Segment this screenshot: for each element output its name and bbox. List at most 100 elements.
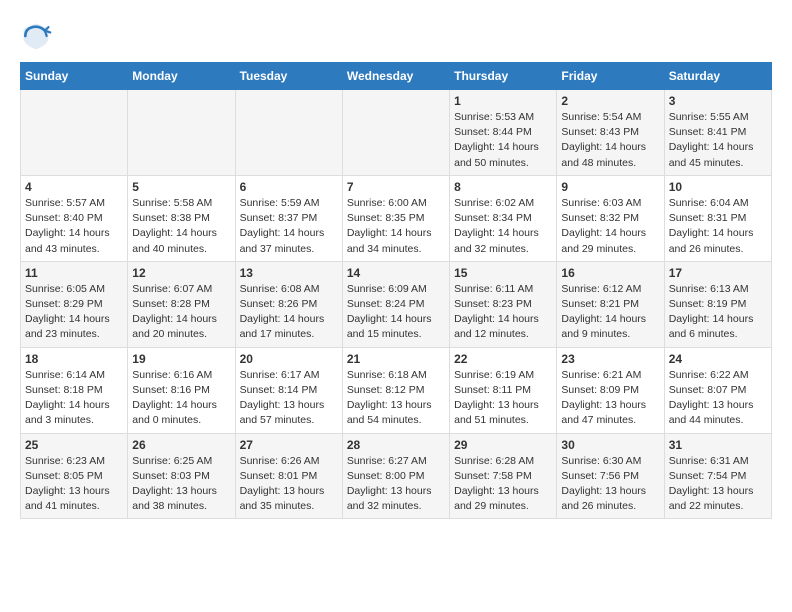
logo-icon xyxy=(20,20,52,52)
calendar-week-row: 25 Sunrise: 6:23 AMSunset: 8:05 PMDaylig… xyxy=(21,433,772,519)
weekday-header: Wednesday xyxy=(342,63,449,90)
calendar-week-row: 11 Sunrise: 6:05 AMSunset: 8:29 PMDaylig… xyxy=(21,261,772,347)
day-info: Sunrise: 6:12 AMSunset: 8:21 PMDaylight:… xyxy=(561,283,646,341)
calendar-cell: 1 Sunrise: 5:53 AMSunset: 8:44 PMDayligh… xyxy=(450,90,557,176)
day-info: Sunrise: 6:13 AMSunset: 8:19 PMDaylight:… xyxy=(669,283,754,341)
calendar-cell: 15 Sunrise: 6:11 AMSunset: 8:23 PMDaylig… xyxy=(450,261,557,347)
day-number: 18 xyxy=(25,352,123,366)
day-number: 10 xyxy=(669,180,767,194)
calendar-cell: 3 Sunrise: 5:55 AMSunset: 8:41 PMDayligh… xyxy=(664,90,771,176)
day-info: Sunrise: 6:07 AMSunset: 8:28 PMDaylight:… xyxy=(132,283,217,341)
day-number: 19 xyxy=(132,352,230,366)
weekday-header: Sunday xyxy=(21,63,128,90)
day-number: 25 xyxy=(25,438,123,452)
calendar-cell: 27 Sunrise: 6:26 AMSunset: 8:01 PMDaylig… xyxy=(235,433,342,519)
calendar-cell: 10 Sunrise: 6:04 AMSunset: 8:31 PMDaylig… xyxy=(664,175,771,261)
day-number: 12 xyxy=(132,266,230,280)
calendar-cell xyxy=(235,90,342,176)
day-info: Sunrise: 5:59 AMSunset: 8:37 PMDaylight:… xyxy=(240,197,325,255)
day-number: 13 xyxy=(240,266,338,280)
day-info: Sunrise: 6:16 AMSunset: 8:16 PMDaylight:… xyxy=(132,369,217,427)
day-number: 16 xyxy=(561,266,659,280)
day-number: 29 xyxy=(454,438,552,452)
calendar-cell: 17 Sunrise: 6:13 AMSunset: 8:19 PMDaylig… xyxy=(664,261,771,347)
calendar-cell: 23 Sunrise: 6:21 AMSunset: 8:09 PMDaylig… xyxy=(557,347,664,433)
calendar-cell xyxy=(342,90,449,176)
day-number: 30 xyxy=(561,438,659,452)
page: SundayMondayTuesdayWednesdayThursdayFrid… xyxy=(0,0,792,529)
day-number: 5 xyxy=(132,180,230,194)
calendar-cell: 29 Sunrise: 6:28 AMSunset: 7:58 PMDaylig… xyxy=(450,433,557,519)
weekday-header: Thursday xyxy=(450,63,557,90)
day-info: Sunrise: 6:23 AMSunset: 8:05 PMDaylight:… xyxy=(25,455,110,513)
day-info: Sunrise: 6:17 AMSunset: 8:14 PMDaylight:… xyxy=(240,369,325,427)
day-number: 17 xyxy=(669,266,767,280)
day-info: Sunrise: 6:03 AMSunset: 8:32 PMDaylight:… xyxy=(561,197,646,255)
day-number: 9 xyxy=(561,180,659,194)
calendar-cell: 2 Sunrise: 5:54 AMSunset: 8:43 PMDayligh… xyxy=(557,90,664,176)
weekday-header: Monday xyxy=(128,63,235,90)
calendar-cell: 20 Sunrise: 6:17 AMSunset: 8:14 PMDaylig… xyxy=(235,347,342,433)
calendar-cell: 21 Sunrise: 6:18 AMSunset: 8:12 PMDaylig… xyxy=(342,347,449,433)
day-info: Sunrise: 6:09 AMSunset: 8:24 PMDaylight:… xyxy=(347,283,432,341)
day-number: 24 xyxy=(669,352,767,366)
day-number: 2 xyxy=(561,94,659,108)
day-number: 6 xyxy=(240,180,338,194)
day-number: 11 xyxy=(25,266,123,280)
day-number: 7 xyxy=(347,180,445,194)
calendar-cell: 8 Sunrise: 6:02 AMSunset: 8:34 PMDayligh… xyxy=(450,175,557,261)
day-number: 26 xyxy=(132,438,230,452)
day-number: 8 xyxy=(454,180,552,194)
day-info: Sunrise: 6:26 AMSunset: 8:01 PMDaylight:… xyxy=(240,455,325,513)
calendar-cell: 6 Sunrise: 5:59 AMSunset: 8:37 PMDayligh… xyxy=(235,175,342,261)
calendar-table: SundayMondayTuesdayWednesdayThursdayFrid… xyxy=(20,62,772,519)
day-info: Sunrise: 6:25 AMSunset: 8:03 PMDaylight:… xyxy=(132,455,217,513)
calendar-cell xyxy=(128,90,235,176)
day-info: Sunrise: 6:19 AMSunset: 8:11 PMDaylight:… xyxy=(454,369,539,427)
calendar-cell: 14 Sunrise: 6:09 AMSunset: 8:24 PMDaylig… xyxy=(342,261,449,347)
calendar-cell: 18 Sunrise: 6:14 AMSunset: 8:18 PMDaylig… xyxy=(21,347,128,433)
calendar-week-row: 18 Sunrise: 6:14 AMSunset: 8:18 PMDaylig… xyxy=(21,347,772,433)
day-info: Sunrise: 6:18 AMSunset: 8:12 PMDaylight:… xyxy=(347,369,432,427)
day-info: Sunrise: 6:28 AMSunset: 7:58 PMDaylight:… xyxy=(454,455,539,513)
day-number: 31 xyxy=(669,438,767,452)
day-number: 14 xyxy=(347,266,445,280)
calendar-cell: 30 Sunrise: 6:30 AMSunset: 7:56 PMDaylig… xyxy=(557,433,664,519)
day-info: Sunrise: 5:53 AMSunset: 8:44 PMDaylight:… xyxy=(454,111,539,169)
weekday-header: Tuesday xyxy=(235,63,342,90)
day-number: 22 xyxy=(454,352,552,366)
day-info: Sunrise: 6:22 AMSunset: 8:07 PMDaylight:… xyxy=(669,369,754,427)
calendar-cell xyxy=(21,90,128,176)
day-info: Sunrise: 6:14 AMSunset: 8:18 PMDaylight:… xyxy=(25,369,110,427)
day-info: Sunrise: 6:04 AMSunset: 8:31 PMDaylight:… xyxy=(669,197,754,255)
calendar-cell: 16 Sunrise: 6:12 AMSunset: 8:21 PMDaylig… xyxy=(557,261,664,347)
day-number: 21 xyxy=(347,352,445,366)
day-number: 4 xyxy=(25,180,123,194)
day-info: Sunrise: 6:05 AMSunset: 8:29 PMDaylight:… xyxy=(25,283,110,341)
day-info: Sunrise: 6:00 AMSunset: 8:35 PMDaylight:… xyxy=(347,197,432,255)
day-number: 1 xyxy=(454,94,552,108)
calendar-cell: 5 Sunrise: 5:58 AMSunset: 8:38 PMDayligh… xyxy=(128,175,235,261)
calendar-week-row: 4 Sunrise: 5:57 AMSunset: 8:40 PMDayligh… xyxy=(21,175,772,261)
calendar-cell: 25 Sunrise: 6:23 AMSunset: 8:05 PMDaylig… xyxy=(21,433,128,519)
weekday-header: Friday xyxy=(557,63,664,90)
calendar-cell: 24 Sunrise: 6:22 AMSunset: 8:07 PMDaylig… xyxy=(664,347,771,433)
calendar-week-row: 1 Sunrise: 5:53 AMSunset: 8:44 PMDayligh… xyxy=(21,90,772,176)
day-info: Sunrise: 5:55 AMSunset: 8:41 PMDaylight:… xyxy=(669,111,754,169)
calendar-cell: 13 Sunrise: 6:08 AMSunset: 8:26 PMDaylig… xyxy=(235,261,342,347)
calendar-cell: 7 Sunrise: 6:00 AMSunset: 8:35 PMDayligh… xyxy=(342,175,449,261)
calendar-cell: 12 Sunrise: 6:07 AMSunset: 8:28 PMDaylig… xyxy=(128,261,235,347)
day-number: 20 xyxy=(240,352,338,366)
day-info: Sunrise: 6:21 AMSunset: 8:09 PMDaylight:… xyxy=(561,369,646,427)
calendar-cell: 28 Sunrise: 6:27 AMSunset: 8:00 PMDaylig… xyxy=(342,433,449,519)
day-number: 28 xyxy=(347,438,445,452)
day-info: Sunrise: 6:02 AMSunset: 8:34 PMDaylight:… xyxy=(454,197,539,255)
weekday-header: Saturday xyxy=(664,63,771,90)
weekday-header-row: SundayMondayTuesdayWednesdayThursdayFrid… xyxy=(21,63,772,90)
day-number: 27 xyxy=(240,438,338,452)
day-info: Sunrise: 6:08 AMSunset: 8:26 PMDaylight:… xyxy=(240,283,325,341)
day-number: 15 xyxy=(454,266,552,280)
day-info: Sunrise: 5:57 AMSunset: 8:40 PMDaylight:… xyxy=(25,197,110,255)
header xyxy=(20,20,772,52)
calendar-cell: 11 Sunrise: 6:05 AMSunset: 8:29 PMDaylig… xyxy=(21,261,128,347)
